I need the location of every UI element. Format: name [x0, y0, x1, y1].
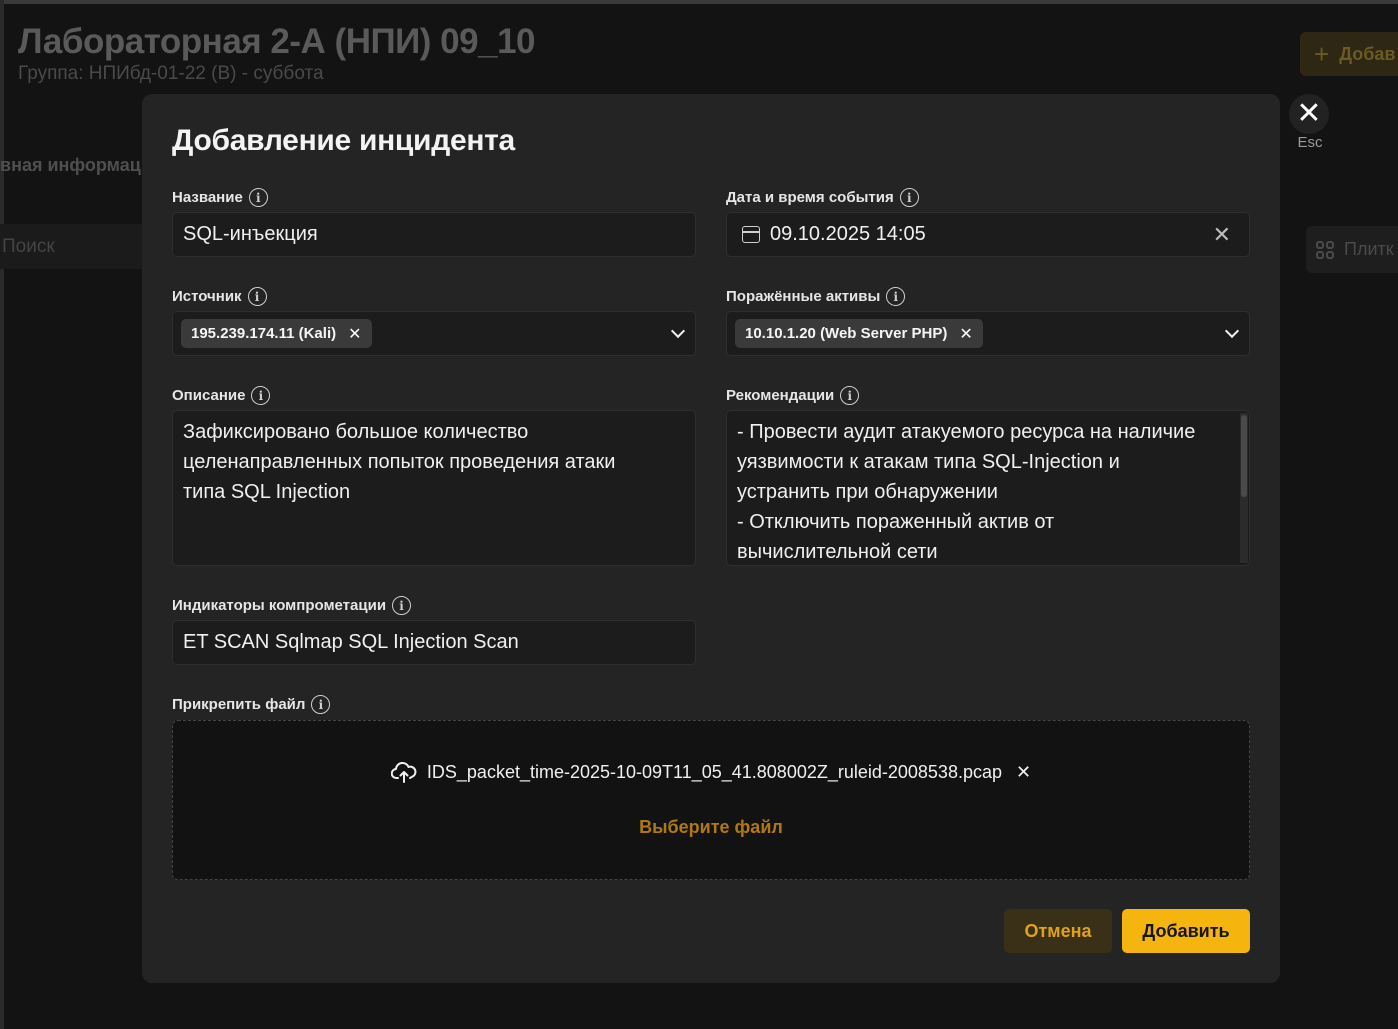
- info-icon[interactable]: i: [392, 596, 412, 615]
- assets-label-text: Поражённые активы: [726, 288, 881, 305]
- datetime-label-text: Дата и время события: [726, 189, 894, 206]
- attached-file: IDS_packet_time-2025-10-09T11_05_41.8080…: [173, 761, 1249, 783]
- info-section-heading: вная информац: [0, 155, 141, 175]
- cancel-button[interactable]: Отмена: [1004, 909, 1112, 953]
- add-button-label: Добав: [1339, 43, 1396, 64]
- remove-file-icon[interactable]: ✕: [1016, 762, 1031, 783]
- modal-title: Добавление инцидента: [172, 124, 515, 157]
- recommendations-label-text: Рекомендации: [726, 387, 835, 404]
- remove-chip-icon[interactable]: ✕: [959, 324, 972, 344]
- ioc-input[interactable]: ET SCAN Sqlmap SQL Injection Scan: [172, 620, 696, 665]
- close-modal-button[interactable]: ✕: [1289, 94, 1329, 134]
- add-incident-modal: Добавление инцидента Название i SQL-инъе…: [142, 94, 1280, 983]
- chevron-down-icon[interactable]: [1224, 323, 1240, 339]
- assets-label: Поражённые активы i: [726, 287, 906, 306]
- source-label-text: Источник: [172, 288, 242, 305]
- ioc-label: Индикаторы компрометации i: [172, 596, 412, 615]
- recommendations-line: - Провести аудит атакуемого ресурса на н…: [737, 421, 1196, 443]
- info-icon[interactable]: i: [311, 695, 331, 714]
- scrollbar[interactable]: [1240, 413, 1248, 563]
- source-label: Источник i: [172, 287, 267, 306]
- asset-chip: 10.10.1.20 (Web Server PHP) ✕: [735, 319, 983, 348]
- description-textarea[interactable]: Зафиксировано большое количество целенап…: [172, 410, 696, 566]
- file-dropzone[interactable]: IDS_packet_time-2025-10-09T11_05_41.8080…: [172, 720, 1250, 880]
- search-input[interactable]: Поиск: [0, 224, 160, 269]
- name-value: SQL-инъекция: [183, 223, 318, 245]
- description-line: Зафиксировано большое количество: [183, 421, 529, 443]
- info-icon[interactable]: i: [886, 287, 906, 306]
- plus-icon: +: [1314, 38, 1330, 69]
- clear-date-icon[interactable]: ✕: [1213, 222, 1231, 248]
- chevron-down-icon[interactable]: [670, 323, 686, 339]
- source-chip: 195.239.174.11 (Kali) ✕: [181, 319, 372, 348]
- datetime-input[interactable]: 09.10.2025 14:05 ✕: [726, 212, 1250, 257]
- attach-label-text: Прикрепить файл: [172, 696, 306, 713]
- esc-hint: Esc: [1297, 134, 1323, 151]
- grid-icon: [1316, 240, 1334, 259]
- datetime-value: 09.10.2025 14:05: [770, 223, 926, 245]
- tiles-view-label: Плитк: [1344, 239, 1394, 259]
- datetime-label: Дата и время события i: [726, 188, 919, 207]
- add-button[interactable]: + Добав: [1300, 32, 1398, 76]
- info-icon[interactable]: i: [248, 188, 268, 207]
- submit-button[interactable]: Добавить: [1122, 909, 1250, 953]
- recommendations-textarea[interactable]: - Провести аудит атакуемого ресурса на н…: [726, 410, 1250, 566]
- top-border: [0, 0, 1398, 4]
- ioc-label-text: Индикаторы компрометации: [172, 597, 387, 614]
- tiles-view-button[interactable]: Плитк: [1306, 226, 1398, 273]
- recommendations-line: - Отключить пораженный актив от: [737, 511, 1055, 533]
- info-icon[interactable]: i: [899, 188, 919, 207]
- recommendations-line: уязвимости к атакам типа SQL-Injection и: [737, 451, 1120, 473]
- close-icon: ✕: [1296, 97, 1322, 130]
- ioc-value: ET SCAN Sqlmap SQL Injection Scan: [183, 631, 519, 653]
- source-chip-label: 195.239.174.11 (Kali): [191, 325, 337, 342]
- source-select[interactable]: 195.239.174.11 (Kali) ✕: [172, 311, 696, 356]
- recommendations-line: устранить при обнаружении: [737, 481, 998, 503]
- recommendations-label: Рекомендации i: [726, 386, 860, 405]
- name-label: Название i: [172, 188, 268, 207]
- scrollbar-thumb[interactable]: [1241, 415, 1247, 497]
- page-subtitle: Группа: НПИбд-01-22 (В) - суббота: [18, 63, 324, 84]
- description-label-text: Описание: [172, 387, 246, 404]
- page-title: Лабораторная 2-А (НПИ) 09_10: [18, 22, 536, 61]
- recommendations-line: вычислительной сети: [737, 541, 938, 563]
- name-label-text: Название: [172, 189, 243, 206]
- calendar-icon: [742, 226, 760, 243]
- file-name: IDS_packet_time-2025-10-09T11_05_41.8080…: [426, 761, 1002, 782]
- info-icon[interactable]: i: [251, 386, 271, 405]
- attach-label: Прикрепить файл i: [172, 695, 331, 714]
- remove-chip-icon[interactable]: ✕: [348, 324, 361, 344]
- assets-select[interactable]: 10.10.1.20 (Web Server PHP) ✕: [726, 311, 1250, 356]
- description-label: Описание i: [172, 386, 271, 405]
- description-line: типа SQL Injection: [183, 481, 351, 503]
- description-line: целенаправленных попыток проведения атак…: [183, 451, 616, 473]
- info-icon[interactable]: i: [247, 287, 267, 306]
- upload-cloud-icon: [390, 761, 417, 783]
- choose-file-link[interactable]: Выберите файл: [173, 817, 1249, 838]
- asset-chip-label: 10.10.1.20 (Web Server PHP): [745, 325, 948, 342]
- info-icon[interactable]: i: [840, 386, 860, 405]
- name-input[interactable]: SQL-инъекция: [172, 212, 696, 257]
